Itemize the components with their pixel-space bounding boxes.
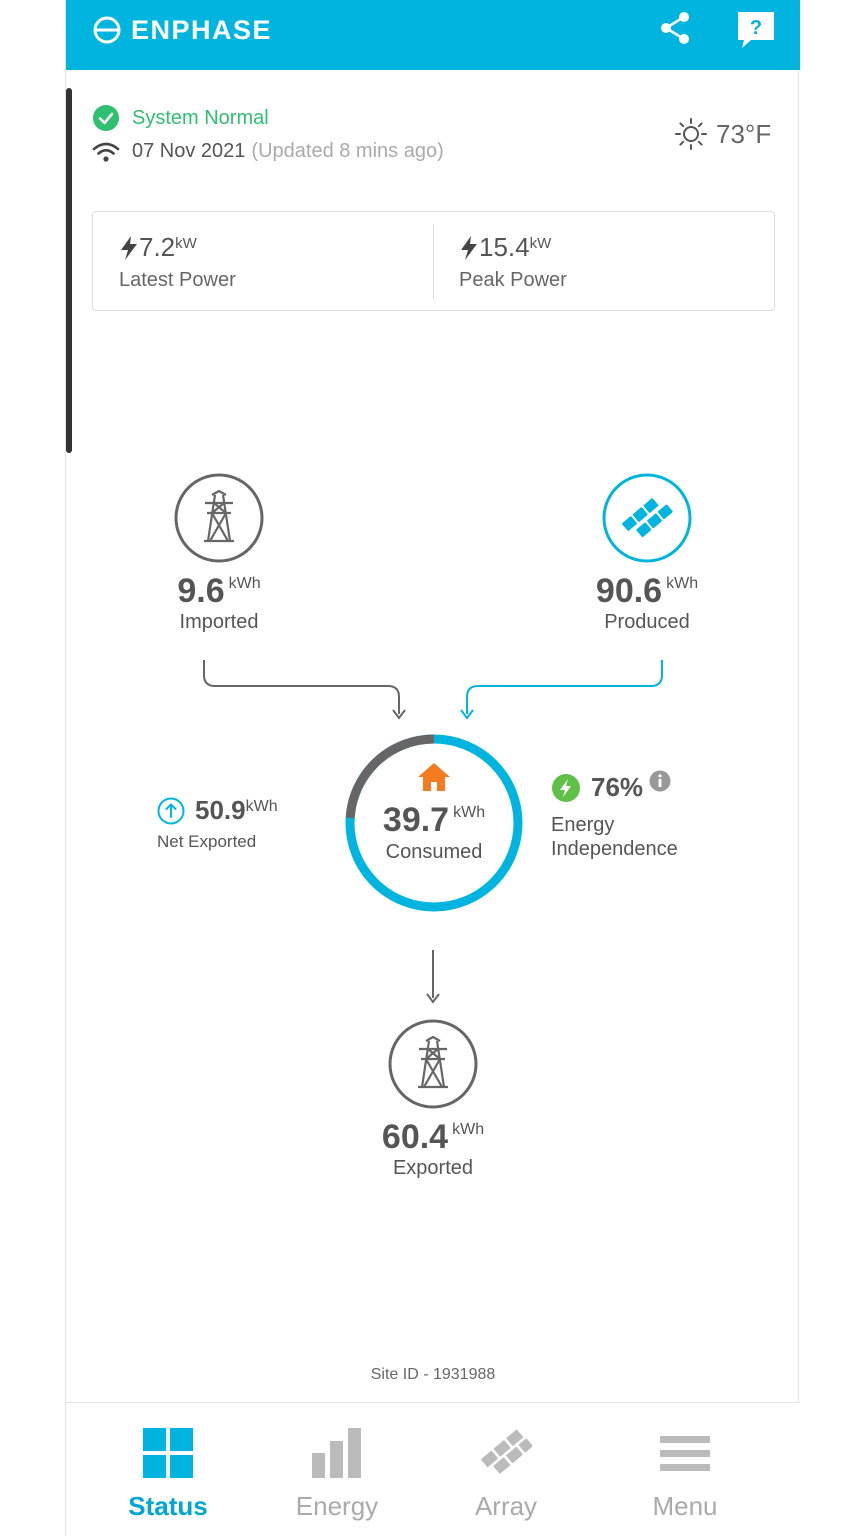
energy-independence: 76% Energy Independence [551,770,711,861]
solar-panel-icon [602,473,692,563]
net-exported-label: Net Exported [157,832,257,851]
bar-chart-icon [312,1428,361,1478]
info-icon[interactable] [649,770,671,792]
produced-value: 90.6 [595,572,663,610]
transmission-tower-icon [388,1019,478,1109]
tab-menu[interactable]: Menu [605,1427,765,1522]
produced-label: Produced [604,611,690,633]
tab-array[interactable]: Array [426,1427,586,1522]
independence-label: Energy Independence [551,814,678,860]
consumed-node[interactable]: 39.7 kWh Consumed [344,733,524,913]
imported-node[interactable]: 9.6 kWh Imported [149,473,289,634]
tab-energy-label: Energy [295,1491,379,1521]
imported-value: 9.6 [177,572,225,610]
home-icon [418,763,450,791]
tab-array-label: Array [474,1491,538,1521]
net-exported-value: 50.9 [195,795,246,825]
site-id: Site ID - 1931988 [370,1366,496,1383]
exported-unit: kWh [452,1121,485,1138]
hamburger-icon [660,1436,710,1471]
green-bolt-icon [552,773,580,802]
app-screen: ENPHASE ? System Normal 07 Nov 2021 (Upd… [65,0,800,1536]
tab-menu-label: Menu [652,1491,718,1521]
produced-node[interactable]: 90.6 kWh Produced [577,473,717,634]
tab-energy[interactable]: Energy [257,1427,417,1522]
arrow-up-circle-icon [157,797,185,824]
tab-status[interactable]: Status [88,1427,248,1522]
net-exported-unit: kWh [245,797,278,815]
grid-icon [143,1428,193,1478]
consumed-label: Consumed [385,841,483,863]
imported-label: Imported [179,611,259,633]
net-exported: 50.9 kWh Net Exported [157,795,278,852]
consumed-value: 39.7 [382,801,450,839]
tab-status-label: Status [128,1491,208,1521]
independence-value: 76% [591,772,644,802]
exported-label: Exported [392,1157,474,1179]
consumed-unit: kWh [453,804,486,821]
produced-unit: kWh [666,575,699,592]
transmission-tower-icon [174,473,264,563]
bottom-navigation: Status Energy Array Menu [66,1402,800,1536]
exported-node[interactable]: 60.4 kWh Exported [363,1019,503,1180]
solar-array-icon [481,1429,532,1474]
exported-value: 60.4 [381,1118,449,1156]
imported-unit: kWh [228,575,261,592]
